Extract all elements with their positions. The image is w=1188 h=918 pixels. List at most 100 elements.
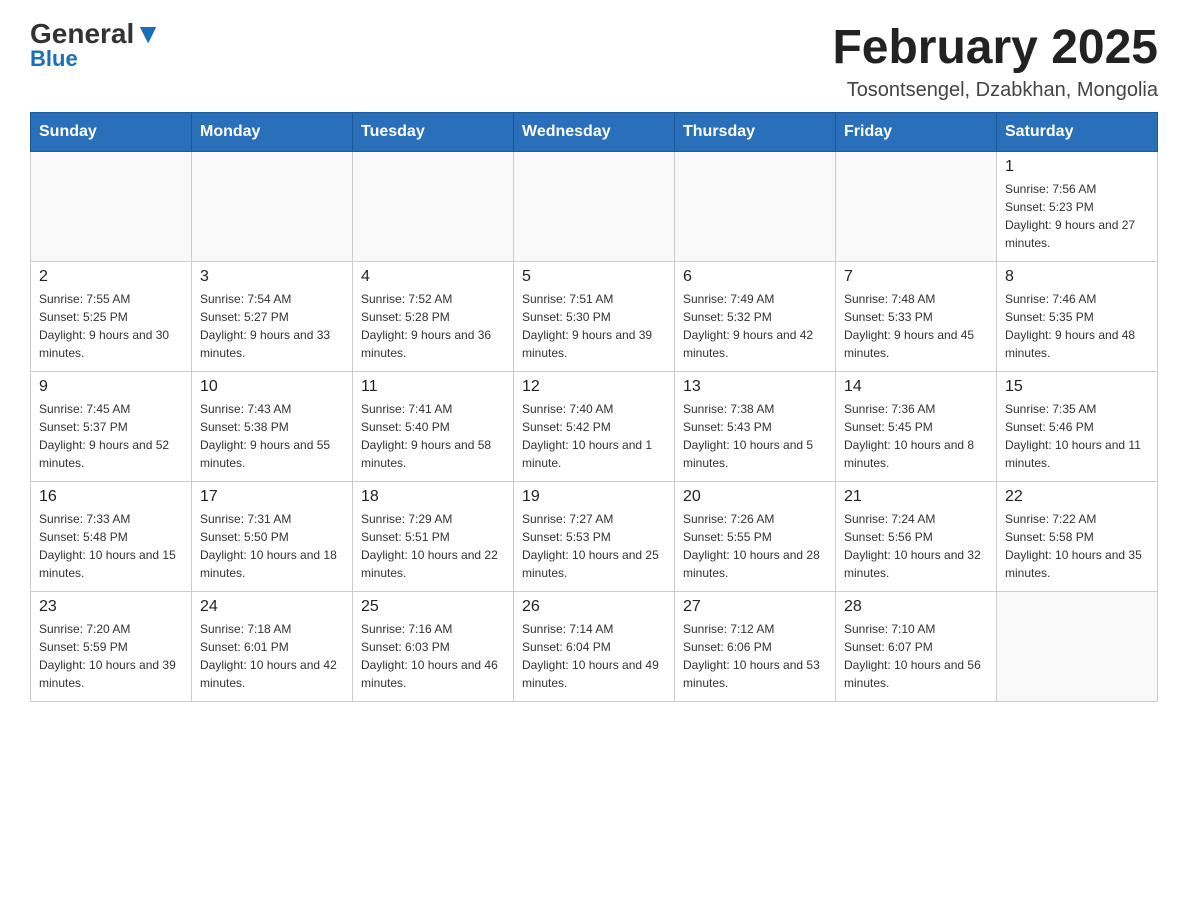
day-info: Sunrise: 7:56 AM Sunset: 5:23 PM Dayligh… [1005, 180, 1149, 252]
table-row: 19 Sunrise: 7:27 AM Sunset: 5:53 PM Dayli… [514, 482, 675, 592]
day-number: 25 [361, 598, 505, 616]
day-number: 22 [1005, 488, 1149, 506]
day-info: Sunrise: 7:45 AM Sunset: 5:37 PM Dayligh… [39, 400, 183, 472]
day-info: Sunrise: 7:40 AM Sunset: 5:42 PM Dayligh… [522, 400, 666, 472]
day-info: Sunrise: 7:55 AM Sunset: 5:25 PM Dayligh… [39, 290, 183, 362]
day-info: Sunrise: 7:54 AM Sunset: 5:27 PM Dayligh… [200, 290, 344, 362]
day-info: Sunrise: 7:12 AM Sunset: 6:06 PM Dayligh… [683, 620, 827, 692]
day-number: 20 [683, 488, 827, 506]
header-friday: Friday [836, 113, 997, 152]
day-info: Sunrise: 7:20 AM Sunset: 5:59 PM Dayligh… [39, 620, 183, 692]
day-number: 18 [361, 488, 505, 506]
table-row: 18 Sunrise: 7:29 AM Sunset: 5:51 PM Dayli… [353, 482, 514, 592]
day-info: Sunrise: 7:35 AM Sunset: 5:46 PM Dayligh… [1005, 400, 1149, 472]
calendar-table: Sunday Monday Tuesday Wednesday Thursday… [30, 112, 1158, 702]
day-info: Sunrise: 7:24 AM Sunset: 5:56 PM Dayligh… [844, 510, 988, 582]
day-info: Sunrise: 7:51 AM Sunset: 5:30 PM Dayligh… [522, 290, 666, 362]
table-row: 23 Sunrise: 7:20 AM Sunset: 5:59 PM Dayli… [31, 592, 192, 702]
day-number: 11 [361, 378, 505, 396]
header-monday: Monday [192, 113, 353, 152]
table-row: 17 Sunrise: 7:31 AM Sunset: 5:50 PM Dayli… [192, 482, 353, 592]
table-row: 26Sunrise: 7:14 AM Sunset: 6:04 PM Dayli… [514, 592, 675, 702]
table-row: 24 Sunrise: 7:18 AM Sunset: 6:01 PM Dayli… [192, 592, 353, 702]
day-number: 24 [200, 598, 344, 616]
day-info: Sunrise: 7:52 AM Sunset: 5:28 PM Dayligh… [361, 290, 505, 362]
week-row-1: 1 Sunrise: 7:56 AM Sunset: 5:23 PM Daylig… [31, 152, 1158, 262]
table-row: 8 Sunrise: 7:46 AM Sunset: 5:35 PM Daylig… [997, 262, 1158, 372]
table-row [514, 152, 675, 262]
location-subtitle: Tosontsengel, Dzabkhan, Mongolia [832, 79, 1158, 102]
header-thursday: Thursday [675, 113, 836, 152]
day-number: 15 [1005, 378, 1149, 396]
day-number: 7 [844, 268, 988, 286]
day-info: Sunrise: 7:22 AM Sunset: 5:58 PM Dayligh… [1005, 510, 1149, 582]
logo: General▼ Blue [30, 20, 162, 72]
logo-triangle-icon: ▼ [134, 18, 162, 49]
table-row: 20 Sunrise: 7:26 AM Sunset: 5:55 PM Dayli… [675, 482, 836, 592]
day-info: Sunrise: 7:38 AM Sunset: 5:43 PM Dayligh… [683, 400, 827, 472]
table-row: 28 Sunrise: 7:10 AM Sunset: 6:07 PM Dayli… [836, 592, 997, 702]
table-row [836, 152, 997, 262]
logo-blue-text: Blue [30, 46, 78, 72]
table-row: 16Sunrise: 7:33 AM Sunset: 5:48 PM Dayli… [31, 482, 192, 592]
day-number: 3 [200, 268, 344, 286]
week-row-2: 2 Sunrise: 7:55 AM Sunset: 5:25 PM Daylig… [31, 262, 1158, 372]
day-number: 28 [844, 598, 988, 616]
day-number: 26 [522, 598, 666, 616]
day-number: 27 [683, 598, 827, 616]
day-info: Sunrise: 7:49 AM Sunset: 5:32 PM Dayligh… [683, 290, 827, 362]
table-row: 13Sunrise: 7:38 AM Sunset: 5:43 PM Dayli… [675, 372, 836, 482]
day-number: 9 [39, 378, 183, 396]
day-number: 10 [200, 378, 344, 396]
day-number: 14 [844, 378, 988, 396]
day-info: Sunrise: 7:46 AM Sunset: 5:35 PM Dayligh… [1005, 290, 1149, 362]
header-tuesday: Tuesday [353, 113, 514, 152]
table-row: 21 Sunrise: 7:24 AM Sunset: 5:56 PM Dayli… [836, 482, 997, 592]
table-row [997, 592, 1158, 702]
day-number: 2 [39, 268, 183, 286]
day-info: Sunrise: 7:26 AM Sunset: 5:55 PM Dayligh… [683, 510, 827, 582]
weekday-header-row: Sunday Monday Tuesday Wednesday Thursday… [31, 113, 1158, 152]
table-row: 27 Sunrise: 7:12 AM Sunset: 6:06 PM Dayli… [675, 592, 836, 702]
table-row [31, 152, 192, 262]
table-row: 10 Sunrise: 7:43 AM Sunset: 5:38 PM Dayli… [192, 372, 353, 482]
table-row: 11 Sunrise: 7:41 AM Sunset: 5:40 PM Dayli… [353, 372, 514, 482]
table-row: 3 Sunrise: 7:54 AM Sunset: 5:27 PM Daylig… [192, 262, 353, 372]
table-row [675, 152, 836, 262]
day-number: 23 [39, 598, 183, 616]
day-number: 17 [200, 488, 344, 506]
table-row [192, 152, 353, 262]
day-info: Sunrise: 7:27 AM Sunset: 5:53 PM Dayligh… [522, 510, 666, 582]
day-number: 1 [1005, 158, 1149, 176]
day-info: Sunrise: 7:43 AM Sunset: 5:38 PM Dayligh… [200, 400, 344, 472]
day-info: Sunrise: 7:29 AM Sunset: 5:51 PM Dayligh… [361, 510, 505, 582]
table-row: 7Sunrise: 7:48 AM Sunset: 5:33 PM Daylig… [836, 262, 997, 372]
logo-text: General▼ [30, 20, 162, 48]
day-number: 21 [844, 488, 988, 506]
table-row: 25 Sunrise: 7:16 AM Sunset: 6:03 PM Dayli… [353, 592, 514, 702]
day-number: 5 [522, 268, 666, 286]
day-number: 16 [39, 488, 183, 506]
day-number: 4 [361, 268, 505, 286]
day-info: Sunrise: 7:16 AM Sunset: 6:03 PM Dayligh… [361, 620, 505, 692]
table-row: 9 Sunrise: 7:45 AM Sunset: 5:37 PM Daylig… [31, 372, 192, 482]
table-row: 4 Sunrise: 7:52 AM Sunset: 5:28 PM Daylig… [353, 262, 514, 372]
table-row: 2 Sunrise: 7:55 AM Sunset: 5:25 PM Daylig… [31, 262, 192, 372]
week-row-4: 16Sunrise: 7:33 AM Sunset: 5:48 PM Dayli… [31, 482, 1158, 592]
day-info: Sunrise: 7:31 AM Sunset: 5:50 PM Dayligh… [200, 510, 344, 582]
day-info: Sunrise: 7:36 AM Sunset: 5:45 PM Dayligh… [844, 400, 988, 472]
header-saturday: Saturday [997, 113, 1158, 152]
title-area: February 2025 Tosontsengel, Dzabkhan, Mo… [832, 20, 1158, 102]
day-info: Sunrise: 7:18 AM Sunset: 6:01 PM Dayligh… [200, 620, 344, 692]
day-info: Sunrise: 7:41 AM Sunset: 5:40 PM Dayligh… [361, 400, 505, 472]
table-row: 22 Sunrise: 7:22 AM Sunset: 5:58 PM Dayli… [997, 482, 1158, 592]
header-sunday: Sunday [31, 113, 192, 152]
header-wednesday: Wednesday [514, 113, 675, 152]
table-row: 6Sunrise: 7:49 AM Sunset: 5:32 PM Daylig… [675, 262, 836, 372]
table-row: 15 Sunrise: 7:35 AM Sunset: 5:46 PM Dayli… [997, 372, 1158, 482]
table-row: 14 Sunrise: 7:36 AM Sunset: 5:45 PM Dayli… [836, 372, 997, 482]
day-number: 19 [522, 488, 666, 506]
week-row-5: 23 Sunrise: 7:20 AM Sunset: 5:59 PM Dayli… [31, 592, 1158, 702]
day-info: Sunrise: 7:10 AM Sunset: 6:07 PM Dayligh… [844, 620, 988, 692]
day-number: 8 [1005, 268, 1149, 286]
